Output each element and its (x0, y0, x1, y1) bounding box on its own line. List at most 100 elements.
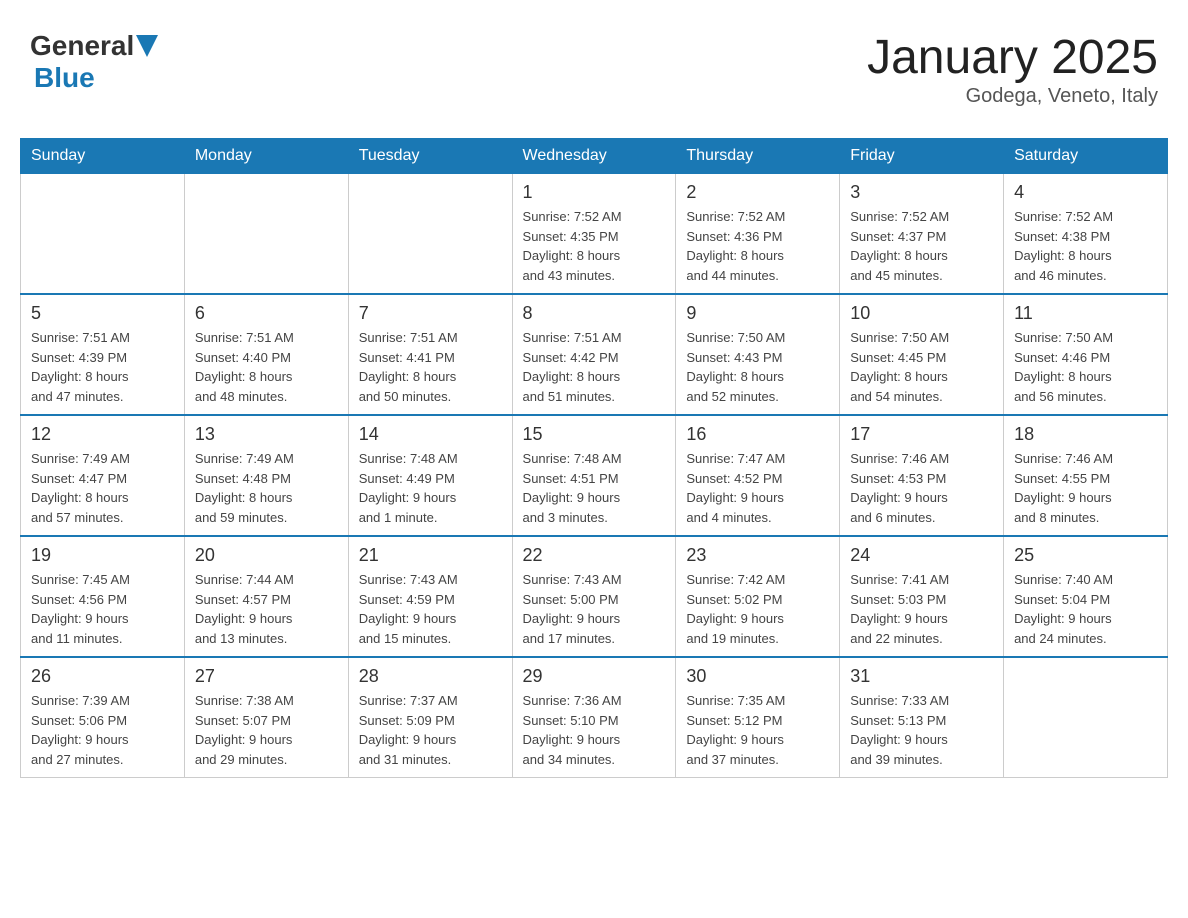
day-info: Sunrise: 7:38 AMSunset: 5:07 PMDaylight:… (195, 691, 338, 769)
day-number: 8 (523, 303, 666, 324)
day-info: Sunrise: 7:51 AMSunset: 4:42 PMDaylight:… (523, 328, 666, 406)
day-number: 5 (31, 303, 174, 324)
day-info: Sunrise: 7:43 AMSunset: 5:00 PMDaylight:… (523, 570, 666, 648)
day-number: 24 (850, 545, 993, 566)
day-info: Sunrise: 7:52 AMSunset: 4:35 PMDaylight:… (523, 207, 666, 285)
day-info: Sunrise: 7:48 AMSunset: 4:51 PMDaylight:… (523, 449, 666, 527)
logo-general-text: General (30, 30, 134, 62)
calendar-cell: 27 Sunrise: 7:38 AMSunset: 5:07 PMDayligh… (184, 657, 348, 778)
day-header-saturday: Saturday (1004, 139, 1168, 174)
day-number: 28 (359, 666, 502, 687)
day-number: 17 (850, 424, 993, 445)
week-row-3: 12 Sunrise: 7:49 AMSunset: 4:47 PMDayligh… (21, 415, 1168, 536)
day-number: 23 (686, 545, 829, 566)
day-number: 20 (195, 545, 338, 566)
calendar-cell: 3Sunrise: 7:52 AMSunset: 4:37 PMDaylight… (840, 174, 1004, 295)
day-info: Sunrise: 7:36 AMSunset: 5:10 PMDaylight:… (523, 691, 666, 769)
page-header: General Blue January 2025 Godega, Veneto… (20, 20, 1168, 118)
calendar-cell: 29 Sunrise: 7:36 AMSunset: 5:10 PMDayligh… (512, 657, 676, 778)
calendar-cell: 9 Sunrise: 7:50 AMSunset: 4:43 PMDaylight… (676, 294, 840, 415)
calendar-cell: 4Sunrise: 7:52 AMSunset: 4:38 PMDaylight… (1004, 174, 1168, 295)
day-header-wednesday: Wednesday (512, 139, 676, 174)
day-info: Sunrise: 7:49 AMSunset: 4:47 PMDaylight:… (31, 449, 174, 527)
day-number: 30 (686, 666, 829, 687)
day-number: 4 (1014, 182, 1157, 203)
day-info: Sunrise: 7:42 AMSunset: 5:02 PMDaylight:… (686, 570, 829, 648)
day-number: 21 (359, 545, 502, 566)
week-row-2: 5Sunrise: 7:51 AMSunset: 4:39 PMDaylight… (21, 294, 1168, 415)
calendar-cell: 13 Sunrise: 7:49 AMSunset: 4:48 PMDayligh… (184, 415, 348, 536)
calendar-cell: 16Sunrise: 7:47 AMSunset: 4:52 PMDayligh… (676, 415, 840, 536)
calendar-cell: 18Sunrise: 7:46 AMSunset: 4:55 PMDayligh… (1004, 415, 1168, 536)
calendar-table: SundayMondayTuesdayWednesdayThursdayFrid… (20, 138, 1168, 778)
day-info: Sunrise: 7:35 AMSunset: 5:12 PMDaylight:… (686, 691, 829, 769)
day-number: 29 (523, 666, 666, 687)
day-header-tuesday: Tuesday (348, 139, 512, 174)
day-info: Sunrise: 7:52 AMSunset: 4:37 PMDaylight:… (850, 207, 993, 285)
day-info: Sunrise: 7:48 AMSunset: 4:49 PMDaylight:… (359, 449, 502, 527)
calendar-cell (21, 174, 185, 295)
day-info: Sunrise: 7:46 AMSunset: 4:53 PMDaylight:… (850, 449, 993, 527)
calendar-cell: 8 Sunrise: 7:51 AMSunset: 4:42 PMDaylight… (512, 294, 676, 415)
day-number: 12 (31, 424, 174, 445)
day-header-thursday: Thursday (676, 139, 840, 174)
day-header-sunday: Sunday (21, 139, 185, 174)
day-number: 15 (523, 424, 666, 445)
calendar-cell (1004, 657, 1168, 778)
day-number: 14 (359, 424, 502, 445)
calendar-cell: 17 Sunrise: 7:46 AMSunset: 4:53 PMDayligh… (840, 415, 1004, 536)
day-info: Sunrise: 7:43 AMSunset: 4:59 PMDaylight:… (359, 570, 502, 648)
calendar-cell: 24 Sunrise: 7:41 AMSunset: 5:03 PMDayligh… (840, 536, 1004, 657)
day-number: 18 (1014, 424, 1157, 445)
day-info: Sunrise: 7:44 AMSunset: 4:57 PMDaylight:… (195, 570, 338, 648)
day-info: Sunrise: 7:50 AMSunset: 4:46 PMDaylight:… (1014, 328, 1157, 406)
calendar-cell: 12 Sunrise: 7:49 AMSunset: 4:47 PMDayligh… (21, 415, 185, 536)
day-header-friday: Friday (840, 139, 1004, 174)
title-area: January 2025 Godega, Veneto, Italy (867, 30, 1158, 108)
day-info: Sunrise: 7:50 AMSunset: 4:43 PMDaylight:… (686, 328, 829, 406)
day-number: 27 (195, 666, 338, 687)
calendar-cell: 1 Sunrise: 7:52 AMSunset: 4:35 PMDaylight… (512, 174, 676, 295)
day-info: Sunrise: 7:41 AMSunset: 5:03 PMDaylight:… (850, 570, 993, 648)
calendar-cell: 6Sunrise: 7:51 AMSunset: 4:40 PMDaylight… (184, 294, 348, 415)
calendar-cell: 19Sunrise: 7:45 AMSunset: 4:56 PMDayligh… (21, 536, 185, 657)
calendar-cell: 20 Sunrise: 7:44 AMSunset: 4:57 PMDayligh… (184, 536, 348, 657)
day-number: 6 (195, 303, 338, 324)
day-info: Sunrise: 7:37 AMSunset: 5:09 PMDaylight:… (359, 691, 502, 769)
location: Godega, Veneto, Italy (867, 85, 1158, 108)
calendar-cell: 2 Sunrise: 7:52 AMSunset: 4:36 PMDaylight… (676, 174, 840, 295)
day-number: 19 (31, 545, 174, 566)
day-number: 11 (1014, 303, 1157, 324)
calendar-cell: 14 Sunrise: 7:48 AMSunset: 4:49 PMDayligh… (348, 415, 512, 536)
day-header-monday: Monday (184, 139, 348, 174)
day-number: 9 (686, 303, 829, 324)
logo-blue-text: Blue (34, 62, 95, 94)
day-number: 13 (195, 424, 338, 445)
day-info: Sunrise: 7:52 AMSunset: 4:36 PMDaylight:… (686, 207, 829, 285)
day-info: Sunrise: 7:51 AMSunset: 4:41 PMDaylight:… (359, 328, 502, 406)
logo: General Blue (30, 30, 158, 94)
day-header-row: SundayMondayTuesdayWednesdayThursdayFrid… (21, 139, 1168, 174)
day-info: Sunrise: 7:39 AMSunset: 5:06 PMDaylight:… (31, 691, 174, 769)
day-number: 2 (686, 182, 829, 203)
logo-triangle-icon (136, 35, 158, 57)
day-info: Sunrise: 7:40 AMSunset: 5:04 PMDaylight:… (1014, 570, 1157, 648)
day-number: 1 (523, 182, 666, 203)
week-row-5: 26 Sunrise: 7:39 AMSunset: 5:06 PMDayligh… (21, 657, 1168, 778)
calendar-cell (184, 174, 348, 295)
calendar-cell: 15 Sunrise: 7:48 AMSunset: 4:51 PMDayligh… (512, 415, 676, 536)
week-row-4: 19Sunrise: 7:45 AMSunset: 4:56 PMDayligh… (21, 536, 1168, 657)
day-number: 25 (1014, 545, 1157, 566)
day-number: 22 (523, 545, 666, 566)
calendar-cell: 11 Sunrise: 7:50 AMSunset: 4:46 PMDayligh… (1004, 294, 1168, 415)
day-info: Sunrise: 7:49 AMSunset: 4:48 PMDaylight:… (195, 449, 338, 527)
day-number: 7 (359, 303, 502, 324)
day-info: Sunrise: 7:33 AMSunset: 5:13 PMDaylight:… (850, 691, 993, 769)
day-number: 26 (31, 666, 174, 687)
calendar-cell: 22 Sunrise: 7:43 AMSunset: 5:00 PMDayligh… (512, 536, 676, 657)
calendar-cell: 23 Sunrise: 7:42 AMSunset: 5:02 PMDayligh… (676, 536, 840, 657)
day-number: 16 (686, 424, 829, 445)
week-row-1: 1 Sunrise: 7:52 AMSunset: 4:35 PMDaylight… (21, 174, 1168, 295)
calendar-cell: 31Sunrise: 7:33 AMSunset: 5:13 PMDayligh… (840, 657, 1004, 778)
calendar-cell: 28 Sunrise: 7:37 AMSunset: 5:09 PMDayligh… (348, 657, 512, 778)
